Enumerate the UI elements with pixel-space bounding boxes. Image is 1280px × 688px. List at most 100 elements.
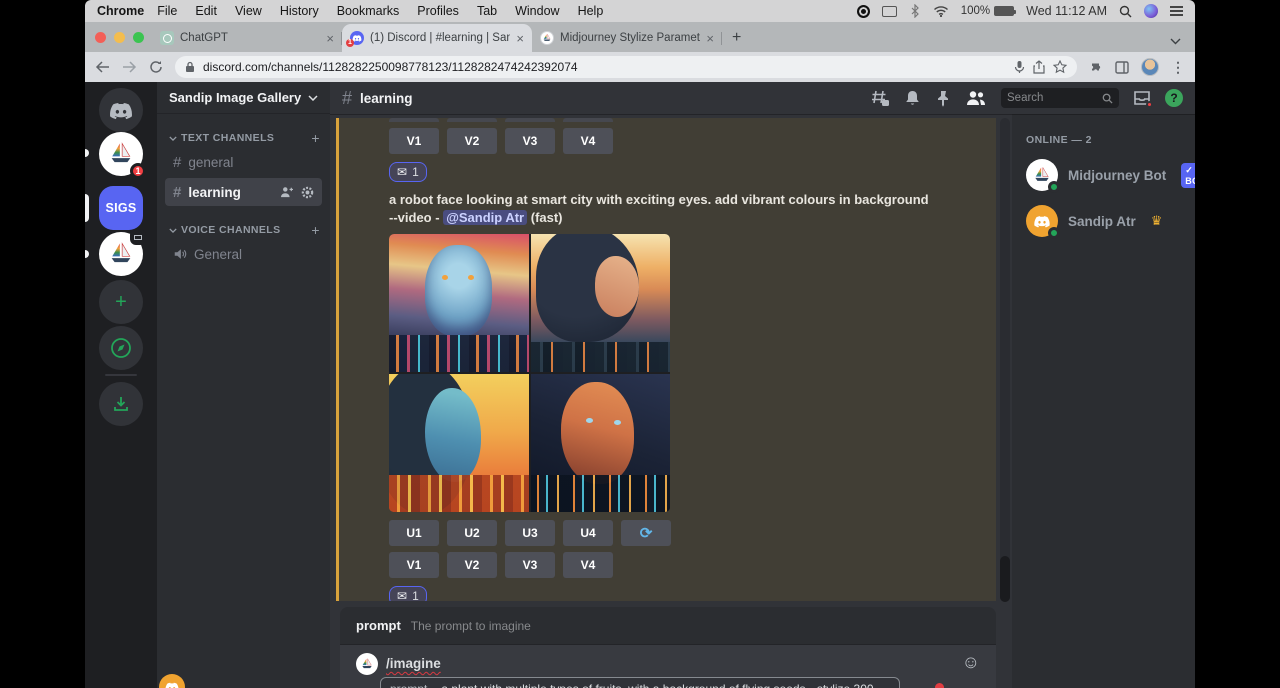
menu-view[interactable]: View: [235, 4, 262, 18]
prompt-option-field[interactable]: prompt a plant with multiple types of fr…: [380, 677, 900, 688]
sidebar-channel-general[interactable]: # general: [165, 148, 322, 176]
close-icon[interactable]: ×: [516, 31, 524, 46]
create-channel-button[interactable]: +: [311, 130, 320, 146]
slash-command-text[interactable]: /imagine: [386, 656, 441, 671]
grid-image-1[interactable]: [389, 234, 529, 372]
server-header[interactable]: Sandip Image Gallery Se...: [157, 82, 330, 114]
chat-scrollbar-track[interactable]: [1000, 118, 1010, 602]
message-input-bar[interactable]: /imagine ☺ prompt a plant with multiple …: [340, 645, 996, 688]
menu-edit[interactable]: Edit: [195, 4, 217, 18]
option-value[interactable]: a plant with multiple types of fruits, w…: [441, 682, 873, 688]
u2-button[interactable]: U2: [447, 520, 497, 546]
tab-chatgpt[interactable]: ChatGPT ×: [152, 24, 342, 52]
grid-image-2[interactable]: [531, 234, 671, 372]
forward-icon[interactable]: [122, 61, 137, 73]
close-icon[interactable]: ×: [706, 31, 714, 46]
v4-button[interactable]: V4: [563, 552, 613, 578]
spotlight-icon[interactable]: [1119, 5, 1132, 18]
sidebar-voice-general[interactable]: General: [165, 240, 322, 268]
emoji-picker-button[interactable]: ☺: [962, 653, 980, 671]
voice-channels-section[interactable]: VOICE CHANNELS +: [157, 222, 330, 238]
slash-command-autocomplete[interactable]: prompt The prompt to imagine: [340, 607, 996, 645]
minimize-window-button[interactable]: [114, 32, 125, 43]
envelope-reaction[interactable]: ✉ 1: [389, 162, 427, 182]
v1-button[interactable]: V1: [389, 552, 439, 578]
add-server-button[interactable]: +: [99, 280, 143, 324]
sidebar-channel-learning[interactable]: # learning: [165, 178, 322, 206]
member-list-icon[interactable]: [965, 90, 987, 106]
v2-button[interactable]: V2: [447, 552, 497, 578]
inbox-button[interactable]: [1133, 90, 1151, 106]
search-box[interactable]: [1001, 88, 1119, 108]
explore-servers-button[interactable]: [99, 326, 143, 370]
member-row-sandip-atr[interactable]: Sandip Atr ♛: [1026, 204, 1187, 238]
discord-home-button[interactable]: [99, 88, 143, 132]
v1-button[interactable]: V1: [389, 128, 439, 154]
u1-button[interactable]: U1: [389, 520, 439, 546]
server-sailboat-1[interactable]: 1: [99, 132, 143, 176]
bookmark-star-icon[interactable]: [1053, 60, 1067, 74]
grid-image-3[interactable]: [389, 374, 529, 512]
browser-menu-kebab-icon[interactable]: ⋮: [1171, 59, 1185, 76]
threads-icon[interactable]: [870, 89, 890, 107]
menu-help[interactable]: Help: [578, 4, 604, 18]
back-icon[interactable]: [95, 61, 110, 73]
gear-icon[interactable]: [301, 186, 314, 199]
siri-icon[interactable]: [1144, 4, 1158, 18]
refresh-icon[interactable]: [149, 60, 163, 74]
menu-history[interactable]: History: [280, 4, 319, 18]
tab-search-chevron-icon[interactable]: [1170, 38, 1181, 45]
chat-scrollbar-thumb[interactable]: [1000, 556, 1010, 602]
address-bar[interactable]: discord.com/channels/1128282250098778123…: [175, 56, 1077, 78]
battery-indicator[interactable]: 100%: [961, 5, 1014, 17]
url-text[interactable]: discord.com/channels/1128282250098778123…: [203, 60, 1006, 74]
envelope-reaction[interactable]: ✉ 1: [389, 586, 427, 601]
new-tab-button[interactable]: +: [732, 29, 741, 47]
download-apps-button[interactable]: [99, 382, 143, 426]
v3-button[interactable]: V3: [505, 128, 555, 154]
invite-people-icon[interactable]: [280, 186, 294, 198]
fullscreen-window-button[interactable]: [133, 32, 144, 43]
menu-window[interactable]: Window: [515, 4, 559, 18]
midjourney-image-grid[interactable]: [389, 234, 670, 512]
chat-messages-area[interactable]: V1 V2 V3 V4 ✉ 1: [330, 114, 1012, 688]
menu-app-name[interactable]: Chrome: [97, 4, 144, 18]
text-channels-section[interactable]: TEXT CHANNELS +: [157, 130, 330, 146]
microphone-icon[interactable]: [1014, 60, 1025, 74]
side-panel-icon[interactable]: [1115, 61, 1129, 74]
search-input[interactable]: [1007, 92, 1098, 104]
extensions-puzzle-icon[interactable]: [1089, 60, 1103, 74]
close-window-button[interactable]: [95, 32, 106, 43]
tab-midjourney-docs[interactable]: Midjourney Stylize Parameter ×: [532, 24, 722, 52]
menu-profiles[interactable]: Profiles: [417, 4, 459, 18]
u4-button[interactable]: U4: [563, 520, 613, 546]
server-sailboat-2[interactable]: [99, 232, 143, 276]
bluetooth-icon[interactable]: [909, 4, 921, 18]
user-mention[interactable]: @Sandip Atr: [443, 210, 527, 225]
menubar-clock[interactable]: Wed 11:12 AM: [1026, 4, 1107, 18]
menu-tab[interactable]: Tab: [477, 4, 497, 18]
v3-button[interactable]: V3: [505, 552, 555, 578]
reroll-button[interactable]: ⟳: [621, 520, 671, 546]
browser-profile-avatar[interactable]: [1141, 58, 1159, 76]
member-row-midjourney-bot[interactable]: Midjourney Bot ✓ BOT: [1026, 158, 1187, 192]
user-panel-avatar[interactable]: [159, 674, 185, 688]
create-channel-button[interactable]: +: [311, 222, 320, 238]
close-icon[interactable]: ×: [326, 31, 334, 46]
notifications-bell-icon[interactable]: [904, 89, 921, 107]
pinned-messages-icon[interactable]: [935, 90, 951, 107]
menu-bookmarks[interactable]: Bookmarks: [337, 4, 400, 18]
menu-file[interactable]: File: [157, 4, 177, 18]
grid-image-4[interactable]: [531, 374, 671, 512]
wifi-icon[interactable]: [933, 5, 949, 17]
screen-mirroring-icon[interactable]: [882, 6, 897, 17]
v4-button[interactable]: V4: [563, 128, 613, 154]
help-button[interactable]: ?: [1165, 89, 1183, 107]
share-icon[interactable]: [1033, 60, 1045, 74]
control-center-icon[interactable]: [1170, 6, 1183, 15]
v2-button[interactable]: V2: [447, 128, 497, 154]
tab-discord[interactable]: 1 (1) Discord | #learning | Sandi ×: [342, 24, 532, 52]
screen-record-icon[interactable]: [857, 5, 870, 18]
server-sigs[interactable]: SIGS: [99, 186, 143, 230]
u3-button[interactable]: U3: [505, 520, 555, 546]
